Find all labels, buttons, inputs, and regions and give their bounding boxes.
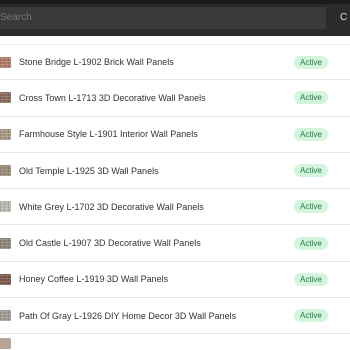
product-name[interactable]: Farmhouse Style L-1901 Interior Wall Pan… (19, 129, 198, 139)
product-name[interactable]: Honey Coffee L-1919 3D Wall Panels (19, 274, 168, 284)
product-thumbnail (0, 201, 11, 213)
status-badge: Active (294, 236, 328, 250)
status-badge: Active (294, 55, 328, 69)
list-item[interactable]: Farmhouse Style L-1901 Interior Wall Pan… (0, 117, 350, 153)
product-name[interactable]: White Grey L-1702 3D Decorative Wall Pan… (19, 202, 204, 212)
top-strip (0, 0, 350, 4)
list-item[interactable]: Old Temple L-1925 3D Wall Panels Active (0, 153, 350, 190)
product-name[interactable]: Cross Town L-1713 3D Decorative Wall Pan… (19, 93, 206, 103)
search-action-button[interactable]: C (340, 7, 350, 29)
product-name[interactable]: Stone Bridge L-1902 Brick Wall Panels (19, 57, 174, 67)
status-badge: Active (294, 309, 328, 323)
product-thumbnail (0, 165, 11, 177)
status-badge: Active (294, 200, 328, 214)
product-name[interactable]: Old Castle L-1907 3D Decorative Wall Pan… (19, 238, 201, 248)
product-name[interactable]: Path Of Gray L-1926 DIY Home Decor 3D Wa… (19, 311, 236, 321)
product-thumbnail (0, 273, 11, 285)
status-badge: Active (294, 127, 328, 141)
list-item[interactable]: Stone Bridge L-1902 Brick Wall Panels Ac… (0, 44, 350, 81)
status-badge: Active (294, 164, 328, 178)
status-badge: Active (294, 91, 328, 105)
list-item[interactable]: Old Castle L-1907 3D Decorative Wall Pan… (0, 225, 350, 262)
list-item-partial (0, 334, 350, 350)
product-name[interactable]: Old Temple L-1925 3D Wall Panels (19, 166, 159, 176)
product-thumbnail (0, 338, 11, 349)
list-item[interactable]: White Grey L-1702 3D Decorative Wall Pan… (0, 189, 350, 226)
product-thumbnail (0, 310, 11, 322)
list-item[interactable]: Path Of Gray L-1926 DIY Home Decor 3D Wa… (0, 298, 350, 335)
search-input[interactable] (0, 7, 326, 29)
product-thumbnail (0, 237, 11, 249)
product-thumbnail (0, 128, 11, 140)
product-thumbnail (0, 92, 11, 104)
list-item[interactable]: Honey Coffee L-1919 3D Wall Panels Activ… (0, 262, 350, 299)
status-badge: Active (294, 272, 328, 286)
product-list: Stone Bridge L-1902 Brick Wall Panels Ac… (0, 44, 350, 335)
search-bar: C (0, 0, 350, 36)
list-item[interactable]: Cross Town L-1713 3D Decorative Wall Pan… (0, 80, 350, 117)
product-thumbnail (0, 56, 11, 68)
